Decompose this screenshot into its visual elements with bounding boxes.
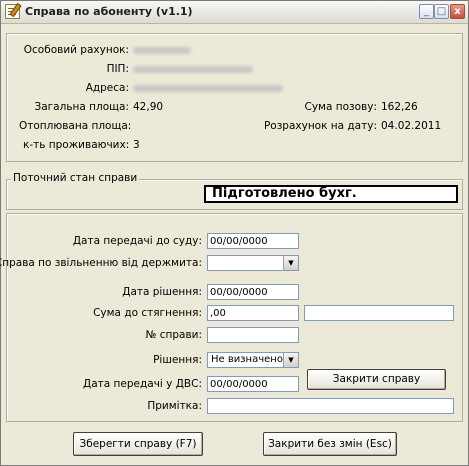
- residents-label: к-ть проживаючих:: [23, 139, 130, 151]
- name-value-redacted: [133, 66, 253, 73]
- address-label: Адреса:: [85, 82, 129, 94]
- address-value-redacted: [133, 85, 283, 92]
- claim-sum-value: 162,26: [381, 101, 418, 113]
- total-area-value: 42,90: [133, 101, 164, 113]
- court-date-label: Дата передачі до суду:: [72, 235, 202, 247]
- duty-exempt-label: Справа по звільненню від держмита:: [0, 257, 202, 269]
- title-bar[interactable]: Справа по абоненту (v1.1) _ □ x: [1, 1, 468, 24]
- window-title: Справа по абоненту (v1.1): [25, 5, 193, 18]
- account-label: Особовий рахунок:: [23, 44, 129, 56]
- court-date-input[interactable]: [207, 233, 299, 249]
- residents-value: 3: [133, 139, 140, 151]
- decision-date-input[interactable]: [207, 284, 299, 300]
- status-group-label: Поточний стан справи: [11, 172, 140, 184]
- case-window: Справа по абоненту (v1.1) _ □ x Особовий…: [0, 0, 469, 466]
- decision-value: Не визначено: [211, 354, 283, 365]
- chevron-down-icon[interactable]: ▼: [283, 353, 298, 367]
- close-case-button[interactable]: Закрити справу: [307, 369, 446, 390]
- app-icon: [5, 4, 20, 19]
- note-input[interactable]: [207, 398, 454, 414]
- case-number-label: № справи:: [145, 329, 202, 341]
- maximize-button[interactable]: □: [434, 4, 449, 19]
- heated-area-label: Отоплювана площа:: [19, 120, 132, 132]
- name-label: ПІП:: [106, 63, 129, 75]
- case-status-value: Підготовлено бухг.: [204, 185, 458, 203]
- note-label: Примітка:: [147, 400, 202, 412]
- dvs-date-label: Дата передачі у ДВС:: [83, 378, 202, 390]
- case-number-input[interactable]: [207, 327, 299, 343]
- total-area-label: Загальна площа:: [34, 101, 129, 113]
- calc-date-label: Розрахунок на дату:: [263, 120, 377, 132]
- calc-date-value: 04.02.2011: [381, 120, 442, 132]
- close-button[interactable]: x: [450, 4, 465, 19]
- recovery-sum-extra-input[interactable]: [304, 305, 454, 321]
- recovery-sum-input[interactable]: [207, 305, 299, 321]
- recovery-sum-label: Сума до стягнення:: [93, 307, 202, 319]
- decision-label: Рішення:: [153, 354, 202, 366]
- decision-select[interactable]: Не визначено ▼: [207, 352, 299, 368]
- account-value-redacted: [133, 47, 191, 54]
- close-without-changes-button[interactable]: Закрити без змін (Esc): [263, 432, 397, 456]
- claim-sum-label: Сума позову:: [304, 101, 377, 113]
- minimize-button[interactable]: _: [419, 4, 434, 19]
- dvs-date-input[interactable]: [207, 376, 299, 392]
- chevron-down-icon[interactable]: ▼: [283, 256, 298, 270]
- decision-date-label: Дата рішення:: [122, 286, 202, 298]
- save-case-button[interactable]: Зберегти справу (F7): [73, 432, 203, 456]
- duty-exempt-select[interactable]: ▼: [207, 255, 299, 271]
- subscriber-info-panel: Особовий рахунок: ПІП: Адреса: Загальна …: [6, 33, 463, 162]
